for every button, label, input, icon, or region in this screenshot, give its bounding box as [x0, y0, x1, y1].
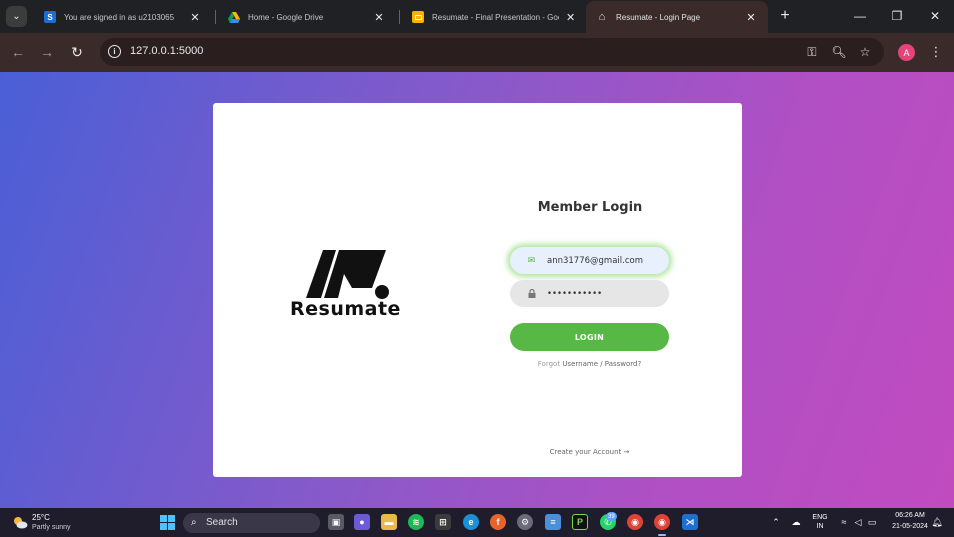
password-input[interactable]	[547, 285, 665, 302]
tab-title: Resumate - Login Page	[616, 12, 701, 22]
tab-strip: ⌄ S You are signed in as u2103065 ✕ Home…	[0, 0, 954, 33]
tab-google-slides[interactable]: Resumate - Final Presentation - Google S…	[402, 1, 586, 33]
tab-google-drive[interactable]: Home - Google Drive ✕	[218, 1, 396, 33]
wifi-icon[interactable]: ≈	[838, 516, 850, 528]
brand-name: Resumate	[290, 298, 401, 320]
login-button[interactable]: LOGIN	[510, 323, 669, 351]
settings-gear-icon[interactable]: ⚙	[517, 514, 533, 530]
tray-app-icon[interactable]: ☁	[790, 516, 802, 528]
close-icon[interactable]: ✕	[565, 10, 576, 24]
url-text[interactable]: 127.0.0.1:5000	[130, 45, 203, 57]
weather-temperature[interactable]: 25°C	[32, 513, 50, 522]
reload-icon[interactable]: ↻	[68, 43, 86, 61]
arrow-right-icon: →	[623, 448, 630, 456]
login-title: Member Login	[537, 200, 643, 215]
vscode-icon[interactable]: ⋊	[682, 514, 698, 530]
password-field[interactable]	[510, 280, 669, 307]
browser-toolbar: ← → ↻ i 127.0.0.1:5000 ⚿ 🔍︎ ☆ A ⋮	[0, 33, 954, 72]
close-icon[interactable]: ✕	[744, 10, 758, 24]
taskbar: 25°C Partly sunny ⌕ Search ▣ ● ▬ ≋ ⊞ e f…	[0, 508, 954, 537]
notification-bell-icon[interactable]: 🔔︎	[931, 516, 943, 528]
taskbar-search[interactable]: ⌕ Search	[183, 513, 320, 533]
taskbar-search-label: Search	[206, 517, 238, 528]
tab-separator	[215, 10, 216, 24]
tab-search-chevron-icon[interactable]: ⌄	[6, 6, 27, 27]
language-line1[interactable]: ENG	[810, 514, 830, 521]
create-account-link[interactable]: Create your Account →	[510, 448, 669, 456]
forgot-password-link[interactable]: Username / Password?	[562, 360, 641, 368]
notepad-icon[interactable]: ≡	[545, 514, 561, 530]
clock-time[interactable]: 06:26 AM	[888, 512, 932, 519]
address-bar[interactable]: i 127.0.0.1:5000 ⚿ 🔍︎ ☆	[100, 38, 884, 66]
s-square-icon: S	[44, 11, 56, 23]
tab-title: Resumate - Final Presentation - Google S…	[432, 12, 559, 22]
language-line2[interactable]: IN	[810, 523, 830, 530]
active-app-indicator	[658, 534, 666, 536]
tab-separator	[399, 10, 400, 24]
forward-icon[interactable]: →	[38, 43, 56, 61]
tab-title: Home - Google Drive	[248, 12, 324, 22]
weather-description[interactable]: Partly sunny	[32, 524, 71, 531]
envelope-icon: ✉	[527, 255, 536, 265]
site-info-icon[interactable]: i	[108, 45, 121, 58]
chrome-profile-icon[interactable]: ◉	[654, 514, 670, 530]
battery-icon[interactable]: ▭	[866, 516, 878, 528]
chrome-icon[interactable]: ◉	[627, 514, 643, 530]
create-account-label[interactable]: Create your Account	[550, 448, 622, 456]
whatsapp-badge: 39	[606, 512, 617, 521]
tab-signed-in[interactable]: S You are signed in as u2103065 ✕	[34, 1, 212, 33]
minimize-icon[interactable]: —	[849, 6, 871, 26]
google-drive-icon	[228, 11, 240, 23]
partly-sunny-icon	[14, 517, 28, 529]
microsoft-store-icon[interactable]: ⊞	[435, 514, 451, 530]
back-icon[interactable]: ←	[9, 43, 27, 61]
page-background	[0, 72, 954, 508]
email-field[interactable]: ✉	[510, 247, 669, 274]
task-view-icon[interactable]: ▣	[328, 514, 344, 530]
tab-title: You are signed in as u2103065	[64, 12, 175, 22]
teams-chat-icon[interactable]: ●	[354, 514, 370, 530]
restore-icon[interactable]: ❐	[886, 6, 908, 26]
edge-icon[interactable]: e	[463, 514, 479, 530]
close-icon[interactable]: ✕	[188, 10, 202, 24]
volume-icon[interactable]: ◁	[852, 516, 864, 528]
firefox-icon[interactable]: f	[490, 514, 506, 530]
new-tab-button[interactable]: +	[776, 7, 794, 25]
close-icon[interactable]: ✕	[372, 10, 386, 24]
window-close-icon[interactable]: ✕	[924, 6, 946, 26]
chevron-up-icon[interactable]: ⌃	[770, 516, 782, 528]
forgot-prefix: Forgot	[537, 360, 561, 368]
google-slides-icon	[412, 11, 424, 23]
clock-date[interactable]: 21-05-2024	[888, 523, 932, 530]
forgot-password-line: Forgot Username / Password?	[510, 360, 669, 368]
pycharm-icon[interactable]: P	[572, 514, 588, 530]
zoom-icon[interactable]: 🔍︎	[831, 44, 847, 60]
search-icon: ⌕	[191, 517, 197, 528]
file-explorer-icon[interactable]: ▬	[381, 514, 397, 530]
lock-icon	[526, 288, 537, 299]
windows-start-icon[interactable]	[160, 515, 175, 530]
email-input[interactable]	[547, 252, 665, 269]
kebab-menu-icon[interactable]: ⋮	[928, 43, 944, 61]
tab-resumate-login[interactable]: ⌂ Resumate - Login Page ✕	[586, 1, 768, 33]
password-key-icon[interactable]: ⚿	[804, 44, 820, 60]
bookmark-star-icon[interactable]: ☆	[857, 44, 873, 60]
profile-avatar[interactable]: A	[898, 44, 915, 61]
spotify-icon[interactable]: ≋	[408, 514, 424, 530]
home-icon: ⌂	[598, 11, 606, 23]
